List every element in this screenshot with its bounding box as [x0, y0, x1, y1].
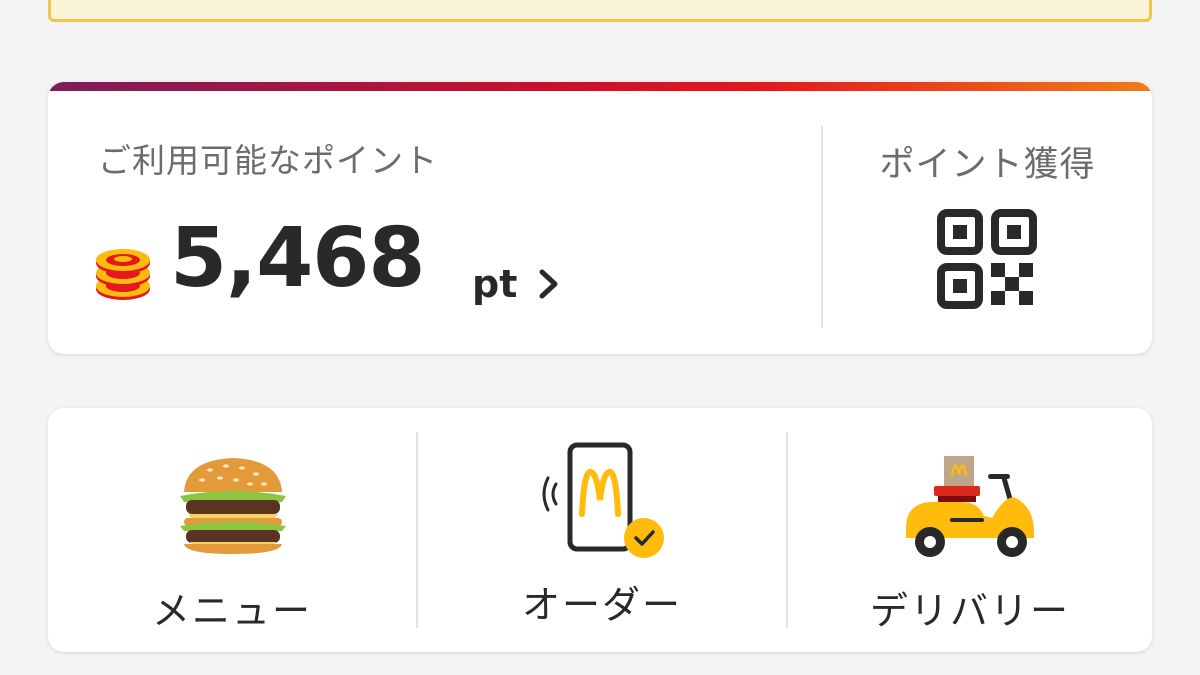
- points-value: 5,468: [170, 211, 425, 306]
- coin-stack-icon: [96, 249, 150, 300]
- earn-points-label: ポイント獲得: [879, 145, 1096, 185]
- nav-label-delivery: デリバリー: [869, 589, 1070, 633]
- earn-points-button[interactable]: ポイント獲得: [823, 92, 1152, 354]
- points-card: ご利用可能なポイント 5,468 pt ポイント獲得: [48, 82, 1152, 354]
- qr-code-icon: [937, 209, 1037, 309]
- burger-icon: [180, 458, 286, 554]
- nav-label-order: オーダー: [521, 583, 682, 627]
- quick-nav-card: メニュー オーダー デリバリー: [48, 408, 1152, 652]
- chevron-right-icon: [539, 269, 558, 299]
- brand-gradient-bar: [48, 82, 1152, 91]
- notice-banner[interactable]: [48, 0, 1152, 22]
- nav-item-delivery[interactable]: デリバリー: [788, 408, 1152, 652]
- delivery-scooter-icon: [906, 456, 1034, 557]
- nav-label-menu: メニュー: [151, 589, 312, 633]
- mobile-order-icon: [542, 442, 664, 558]
- available-points-label: ご利用可能なポイント: [98, 141, 438, 180]
- nav-item-menu[interactable]: メニュー: [48, 408, 416, 652]
- points-unit: pt: [472, 262, 518, 306]
- nav-item-order[interactable]: オーダー: [418, 408, 786, 652]
